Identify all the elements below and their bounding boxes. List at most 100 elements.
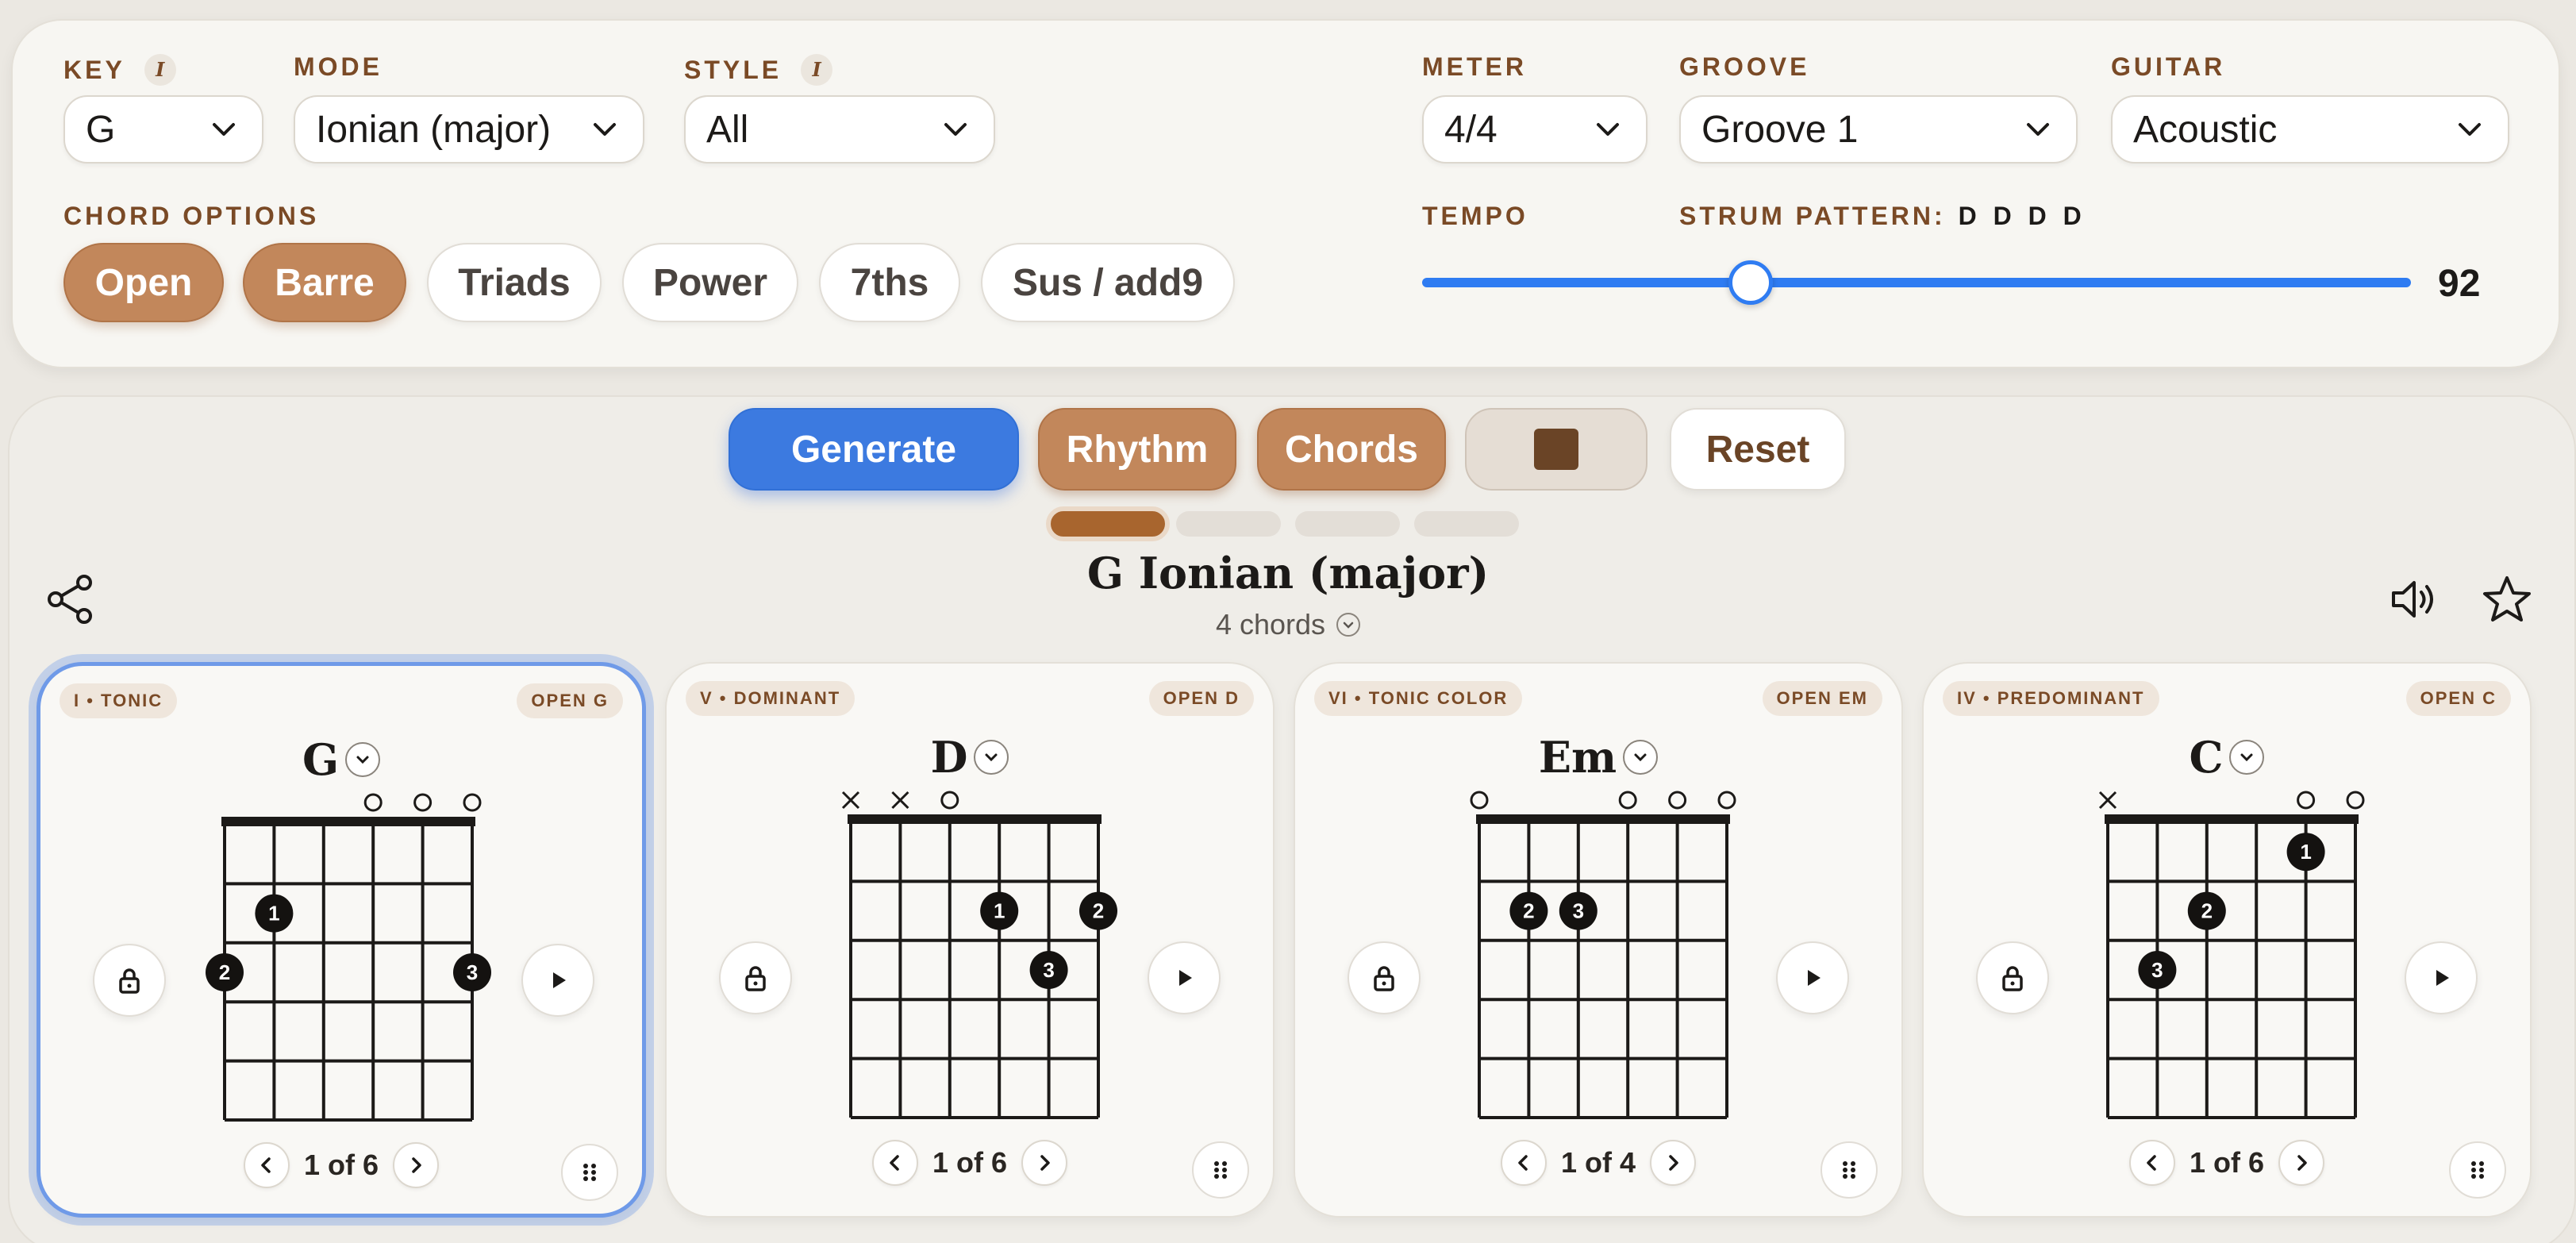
chevron-down-icon (594, 123, 616, 136)
drag-handle[interactable] (561, 1144, 618, 1201)
chevron-down-icon (213, 123, 235, 136)
chip-open[interactable]: Open (63, 243, 224, 322)
svg-text:2: 2 (1093, 899, 1104, 923)
play-button[interactable] (1148, 941, 1221, 1014)
chord-options-label: CHORD OPTIONS (63, 203, 319, 229)
tempo-slider-track[interactable] (1422, 278, 2411, 287)
chip-sus-add9[interactable]: Sus / add9 (981, 243, 1235, 322)
speaker-icon[interactable] (2386, 571, 2441, 627)
chord-card[interactable]: V • DOMINANT OPEN D D 123 1 of 6 (665, 662, 1275, 1218)
lock-button[interactable] (1348, 941, 1421, 1014)
chip-triads[interactable]: Triads (427, 243, 602, 322)
tempo-label: TEMPO (1422, 203, 1528, 229)
chord-card[interactable]: VI • TONIC COLOR OPEN EM Em 23 1 of 4 (1294, 662, 1903, 1218)
svg-text:3: 3 (1043, 958, 1054, 982)
drag-handle[interactable] (2449, 1141, 2506, 1199)
lock-icon (119, 968, 140, 994)
lock-button[interactable] (719, 941, 792, 1014)
next-voicing-button[interactable] (2278, 1140, 2325, 1186)
open-string-marker (1618, 791, 1637, 810)
drag-handle[interactable] (1821, 1141, 1878, 1199)
finger-dot: 1 (2286, 833, 2325, 872)
previous-voicing-button[interactable] (1500, 1140, 1547, 1186)
groove-select[interactable]: Groove 1 (1679, 95, 2078, 164)
play-icon (1179, 970, 1192, 986)
nut (1476, 814, 1730, 824)
grip-icon (1843, 1161, 1855, 1179)
finger-dot: 3 (453, 953, 491, 991)
chord-card[interactable]: I • TONIC OPEN G G 123 1 of 6 (37, 662, 646, 1218)
svg-text:3: 3 (1573, 899, 1584, 923)
chevron-left-icon (2147, 1155, 2156, 1171)
grip-icon (2471, 1161, 2484, 1179)
open-string-marker (363, 793, 383, 812)
nut (2105, 814, 2359, 824)
guitar-label-text: GUITAR (2111, 52, 2226, 81)
chevron-left-icon (1518, 1155, 1528, 1171)
voicing-pager: 1 of 6 (40, 1142, 642, 1188)
key-label-text: KEY (63, 56, 125, 84)
style-info-icon[interactable]: i (801, 54, 833, 86)
previous-voicing-button[interactable] (2128, 1140, 2175, 1186)
svg-text:1: 1 (268, 902, 279, 926)
svg-text:2: 2 (2201, 899, 2213, 923)
muted-string-marker (891, 791, 909, 810)
finger-dot: 3 (2138, 951, 2177, 989)
chevron-left-icon (890, 1155, 899, 1171)
mode-label: MODE (294, 54, 383, 79)
play-icon (2436, 970, 2449, 986)
key-label: KEY i (63, 54, 176, 86)
next-voicing-button[interactable] (1021, 1140, 1068, 1186)
stop-button[interactable] (1465, 408, 1647, 491)
style-label: STYLE i (684, 54, 833, 86)
chevron-right-icon (1040, 1155, 1050, 1171)
open-string-marker (940, 791, 959, 810)
mode-select[interactable]: Ionian (major) (294, 95, 644, 164)
style-select[interactable]: All (684, 95, 995, 164)
next-voicing-button[interactable] (393, 1142, 440, 1188)
meter-select[interactable]: 4/4 (1422, 95, 1647, 164)
meter-label: METER (1422, 54, 1527, 79)
progress-step-2 (1176, 511, 1281, 537)
meter-select-value: 4/4 (1444, 108, 1498, 151)
next-voicing-button[interactable] (1650, 1140, 1697, 1186)
open-string-marker (1717, 791, 1736, 810)
voicing-page: 1 of 4 (1560, 1146, 1636, 1179)
chord-card[interactable]: IV • PREDOMINANT OPEN C C 123 1 of 6 (1922, 662, 2532, 1218)
voicing-page: 1 of 6 (932, 1146, 1008, 1179)
key-info-icon[interactable]: i (144, 54, 176, 86)
play-button[interactable] (1776, 941, 1849, 1014)
chip-power[interactable]: Power (622, 243, 798, 322)
generate-button[interactable]: Generate (729, 408, 1019, 491)
finger-dot: 1 (980, 891, 1019, 930)
tempo-value: 92 (2438, 263, 2481, 305)
groove-label: GROOVE (1679, 54, 1809, 79)
chip-7ths[interactable]: 7ths (819, 243, 960, 322)
chip-barre[interactable]: Barre (243, 243, 406, 322)
style-select-value: All (706, 108, 749, 151)
tempo-slider-thumb[interactable] (1728, 260, 1773, 305)
progression-title: G Ionian (major) (1086, 548, 1490, 598)
strum-pattern: STRUM PATTERN: D D D D (1679, 203, 2086, 229)
chord-count-toggle[interactable]: 4 chords (0, 608, 2576, 641)
reset-button[interactable]: Reset (1670, 408, 1846, 491)
lock-button[interactable] (1976, 941, 2049, 1014)
previous-voicing-button[interactable] (243, 1142, 290, 1188)
progress-step-4 (1414, 511, 1519, 537)
drag-handle[interactable] (1192, 1141, 1249, 1199)
chords-button[interactable]: Chords (1257, 408, 1446, 491)
chevron-down-icon (944, 123, 967, 136)
finger-dot: 2 (206, 953, 244, 991)
star-icon[interactable] (2479, 571, 2535, 627)
lock-button[interactable] (93, 944, 166, 1017)
rhythm-button[interactable]: Rhythm (1038, 408, 1236, 491)
guitar-select-value: Acoustic (2133, 108, 2278, 151)
play-button[interactable] (2405, 941, 2478, 1014)
open-string-marker (463, 793, 482, 812)
guitar-select[interactable]: Acoustic (2111, 95, 2509, 164)
chevron-right-icon (2297, 1155, 2307, 1171)
play-button[interactable] (521, 944, 594, 1017)
key-select[interactable]: G (63, 95, 263, 164)
previous-voicing-button[interactable] (871, 1140, 918, 1186)
lock-icon (1374, 966, 1394, 991)
